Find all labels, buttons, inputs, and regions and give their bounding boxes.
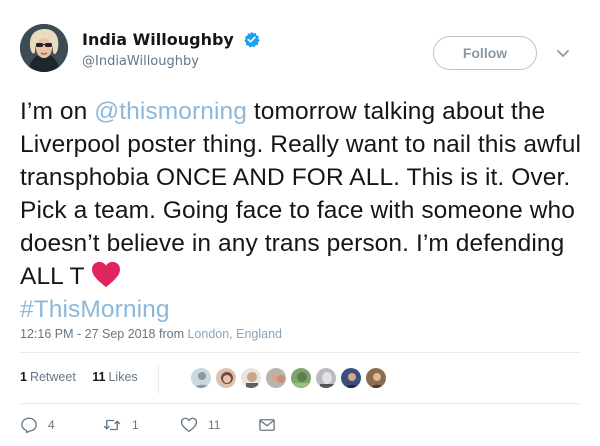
user-handle[interactable]: @IndiaWilloughby [82,54,260,69]
tweet-header: India Willoughby @IndiaWilloughby Follow [20,24,580,84]
liker-avatar[interactable] [290,367,312,389]
likes-stat-count: 11 [92,370,106,384]
liker-avatar[interactable] [215,367,237,389]
liker-avatar[interactable] [240,367,262,389]
liker-avatar[interactable] [340,367,362,389]
likes-stat-label: Likes [108,370,138,384]
reply-icon [21,417,37,434]
reply-count: 4 [48,418,55,432]
liker-avatar[interactable] [265,367,287,389]
retweet-stat-count: 1 [20,370,27,384]
mention-link[interactable]: @thismorning [94,98,247,125]
avatar-image [20,24,68,72]
stats-separator [158,364,159,394]
retweet-count: 1 [132,418,139,432]
chevron-down-icon[interactable] [556,46,570,60]
avatar[interactable] [20,24,68,72]
reply-action[interactable]: 4 [20,414,55,436]
follow-button[interactable]: Follow [433,36,537,70]
likers-avatars [190,367,390,391]
liker-avatar[interactable] [315,367,337,389]
display-name[interactable]: India Willoughby [82,30,234,49]
like-count: 11 [208,418,221,432]
direct-message-action[interactable] [258,414,276,436]
envelope-icon [259,419,275,431]
user-names: India Willoughby @IndiaWilloughby [82,29,260,69]
like-action[interactable]: 11 [180,414,220,436]
heart-icon [180,417,198,433]
tweet-text: I’m on @thismorning tomorrow talking abo… [20,95,585,326]
liker-avatar[interactable] [190,367,212,389]
retweet-stat[interactable]: 1 Retweet [20,366,76,388]
meta-from: from [155,327,188,341]
tweet-timestamp[interactable]: 12:16 PM - 27 Sep 2018 [20,327,156,341]
retweet-stat-label: Retweet [29,370,76,384]
tweet-location[interactable]: London, England [187,327,282,341]
tweet-stats: 1 Retweet 11 Likes [20,366,150,396]
divider [20,352,580,353]
liker-avatar[interactable] [365,367,387,389]
verified-badge-icon [244,31,260,48]
retweet-icon [103,419,121,431]
red-heart-emoji-icon [91,261,120,288]
likes-stat[interactable]: 11 Likes [92,366,137,388]
tweet-text-part: I’m on [20,98,95,125]
divider [20,403,580,404]
tweet-meta: 12:16 PM - 27 Sep 2018 from London, Engl… [20,327,282,341]
hashtag-link[interactable]: #ThisMorning [20,296,170,323]
retweet-action[interactable]: 1 [102,414,139,436]
